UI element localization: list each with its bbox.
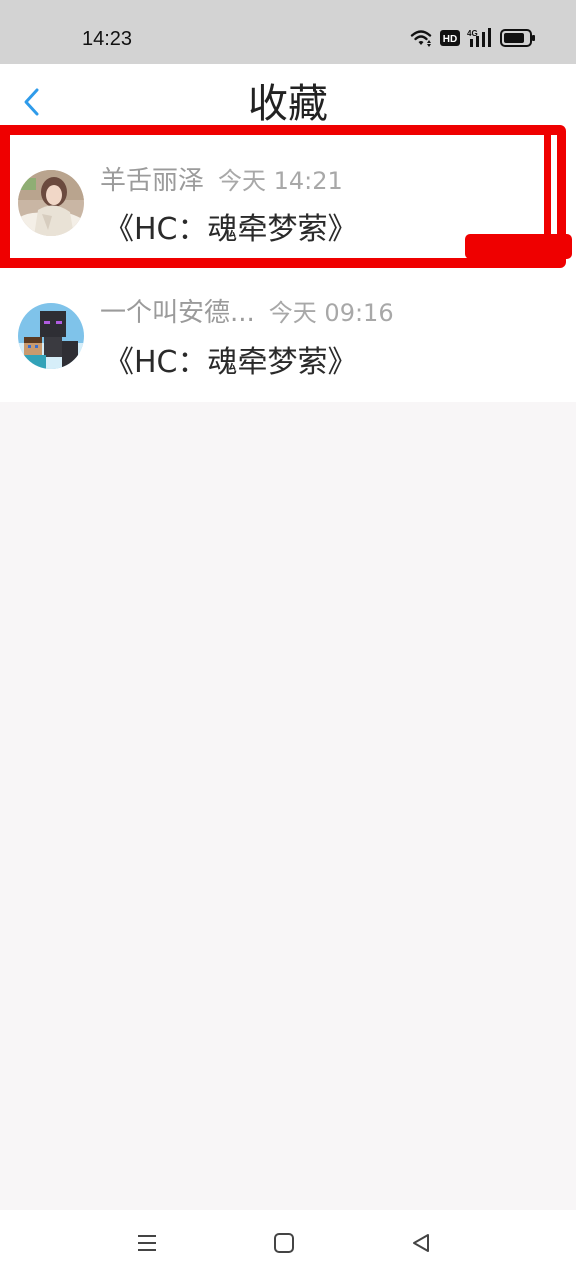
status-time: 14:23 bbox=[82, 28, 133, 50]
avatar[interactable] bbox=[18, 170, 84, 236]
author-name: 一个叫安德... bbox=[100, 298, 255, 328]
hd-icon: HD bbox=[440, 30, 460, 46]
highlight-bar bbox=[465, 234, 572, 259]
status-icons: HD 4G bbox=[409, 26, 536, 50]
wifi-icon bbox=[409, 28, 433, 48]
signal-4g-icon: 4G bbox=[467, 28, 493, 48]
author-name: 羊舌丽泽 bbox=[100, 166, 205, 196]
header: 收藏 bbox=[0, 64, 576, 140]
list-item[interactable]: 一个叫安德... 今天 09:16 《HC：魂牵梦萦》 bbox=[0, 266, 576, 402]
favorites-list: 羊舌丽泽今天 14:21 《HC：魂牵梦萦》 一个叫安德...今天 09:1 bbox=[0, 130, 576, 402]
home-button[interactable] bbox=[267, 1230, 301, 1260]
item-author: 羊舌丽泽 今天 14:21 bbox=[100, 164, 343, 198]
back-nav-button[interactable] bbox=[404, 1230, 438, 1260]
item-title[interactable]: 《HC：魂牵梦萦》 bbox=[104, 343, 358, 383]
highlight-edge-gap bbox=[551, 135, 557, 235]
hd-label: HD bbox=[443, 34, 457, 45]
avatar[interactable] bbox=[18, 303, 84, 369]
battery-icon bbox=[500, 29, 536, 47]
item-time: 今天 14:21 bbox=[218, 167, 343, 195]
item-author: 一个叫安德... 今天 09:16 bbox=[100, 296, 394, 330]
menu-icon bbox=[135, 1231, 159, 1259]
status-bar: 14:23 HD 4G bbox=[0, 0, 576, 64]
item-title[interactable]: 《HC：魂牵梦萦》 bbox=[104, 210, 358, 250]
home-icon bbox=[272, 1231, 296, 1259]
menu-button[interactable] bbox=[130, 1230, 164, 1260]
back-triangle-icon bbox=[409, 1231, 433, 1259]
page-title: 收藏 bbox=[248, 81, 328, 127]
navigation-bar bbox=[0, 1210, 576, 1280]
item-time: 今天 09:16 bbox=[268, 299, 394, 327]
